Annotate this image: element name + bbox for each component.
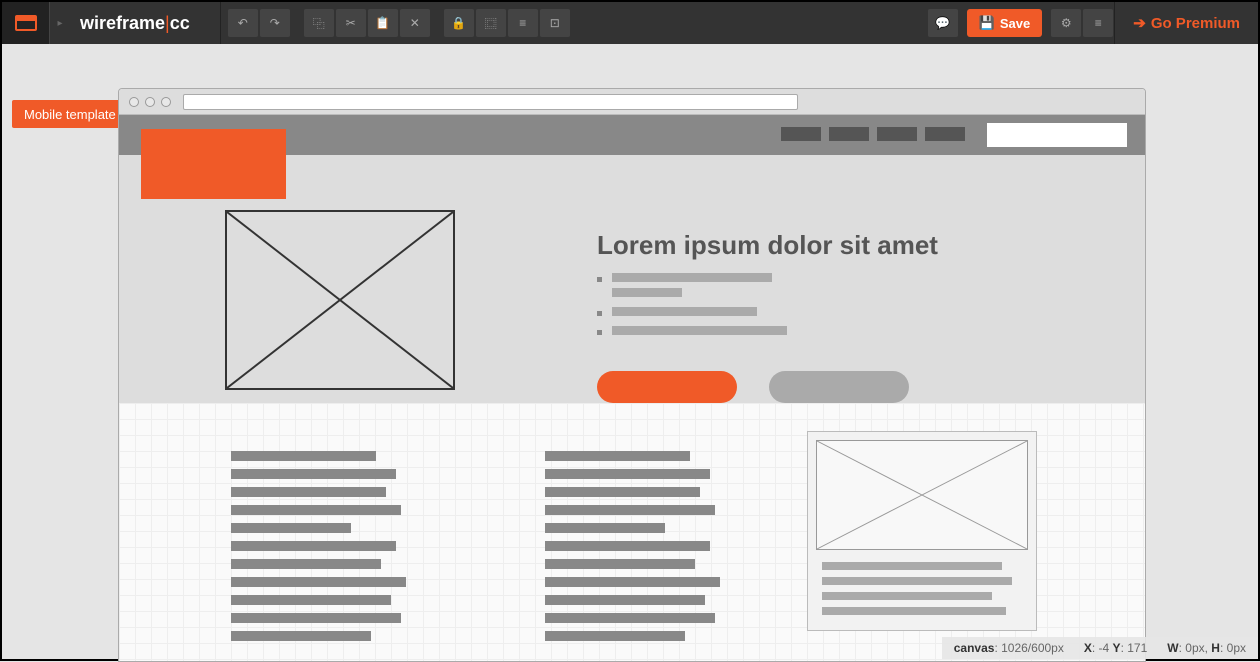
image-placeholder[interactable] xyxy=(816,440,1028,550)
save-icon: 💾 xyxy=(979,15,995,31)
brand: wireframe|cc xyxy=(70,13,220,34)
redo-icon: ↷ xyxy=(270,16,280,30)
paste-button[interactable]: 📋 xyxy=(368,9,398,37)
window-dot xyxy=(145,97,155,107)
address-bar xyxy=(183,94,798,110)
sidebar-card[interactable] xyxy=(807,431,1037,631)
image-placeholder[interactable] xyxy=(225,210,455,390)
share-icon: ⚙ xyxy=(1061,16,1072,30)
search-box[interactable] xyxy=(987,123,1127,147)
chat-icon: 💬 xyxy=(935,16,950,30)
delete-button[interactable]: ✕ xyxy=(400,9,430,37)
hero-headline[interactable]: Lorem ipsum dolor sit amet xyxy=(597,230,938,261)
mockup-content: Lorem ipsum dolor sit amet xyxy=(119,115,1145,661)
arrow-right-icon: ➔ xyxy=(1133,14,1146,32)
nav-item[interactable] xyxy=(781,127,821,141)
save-button[interactable]: 💾Save xyxy=(967,9,1043,37)
primary-button[interactable] xyxy=(597,371,737,403)
cut-icon: ✂ xyxy=(346,16,356,30)
canvas-area[interactable]: Mobile template example ➔ xyxy=(2,44,1258,659)
nav-item[interactable] xyxy=(877,127,917,141)
paste-icon: 📋 xyxy=(375,16,390,30)
align-icon: ≡ xyxy=(519,16,526,30)
distribute-button[interactable]: ⊡ xyxy=(540,9,570,37)
cut-button[interactable]: ✂ xyxy=(336,9,366,37)
text-column[interactable] xyxy=(545,451,720,649)
nav-item[interactable] xyxy=(829,127,869,141)
arrow-right-icon: ▸ xyxy=(50,2,70,44)
browser-mockup[interactable]: Lorem ipsum dolor sit amet xyxy=(118,88,1146,662)
undo-icon: ↶ xyxy=(238,16,248,30)
window-dot xyxy=(161,97,171,107)
grid-section xyxy=(119,403,1145,661)
toolbar: ▸ wireframe|cc ↶ ↷ ⿻ ✂ 📋 ✕ 🔒 ⿴ ≡ ⊡ 💬 💾Sa… xyxy=(2,2,1258,44)
copy-button[interactable]: ⿻ xyxy=(304,9,334,37)
secondary-button[interactable] xyxy=(769,371,909,403)
lock-icon: 🔒 xyxy=(451,16,466,30)
redo-button[interactable]: ↷ xyxy=(260,9,290,37)
distribute-icon: ⊡ xyxy=(550,16,560,30)
window-dot xyxy=(129,97,139,107)
share-button[interactable]: ⚙ xyxy=(1051,9,1081,37)
copy-icon: ⿻ xyxy=(313,15,325,32)
browser-chrome xyxy=(119,89,1145,115)
delete-icon: ✕ xyxy=(410,16,420,30)
chat-button[interactable]: 💬 xyxy=(928,9,958,37)
group-icon: ⿴ xyxy=(485,15,497,32)
logo-placeholder[interactable] xyxy=(141,129,286,199)
menu-icon: ≡ xyxy=(1095,16,1102,30)
text-column[interactable] xyxy=(231,451,406,649)
undo-button[interactable]: ↶ xyxy=(228,9,258,37)
align-button[interactable]: ≡ xyxy=(508,9,538,37)
lock-button[interactable]: 🔒 xyxy=(444,9,474,37)
hero-section: Lorem ipsum dolor sit amet xyxy=(119,155,1145,403)
menu-button[interactable]: ≡ xyxy=(1083,9,1113,37)
bullet-list[interactable] xyxy=(597,273,787,345)
status-bar: canvas: 1026/600px X: -4 Y: 171 W: 0px, … xyxy=(942,637,1258,659)
go-premium-button[interactable]: ➔Go Premium xyxy=(1114,2,1258,44)
browser-icon xyxy=(15,15,37,31)
nav-item[interactable] xyxy=(925,127,965,141)
group-button[interactable]: ⿴ xyxy=(476,9,506,37)
logo[interactable] xyxy=(2,2,50,44)
